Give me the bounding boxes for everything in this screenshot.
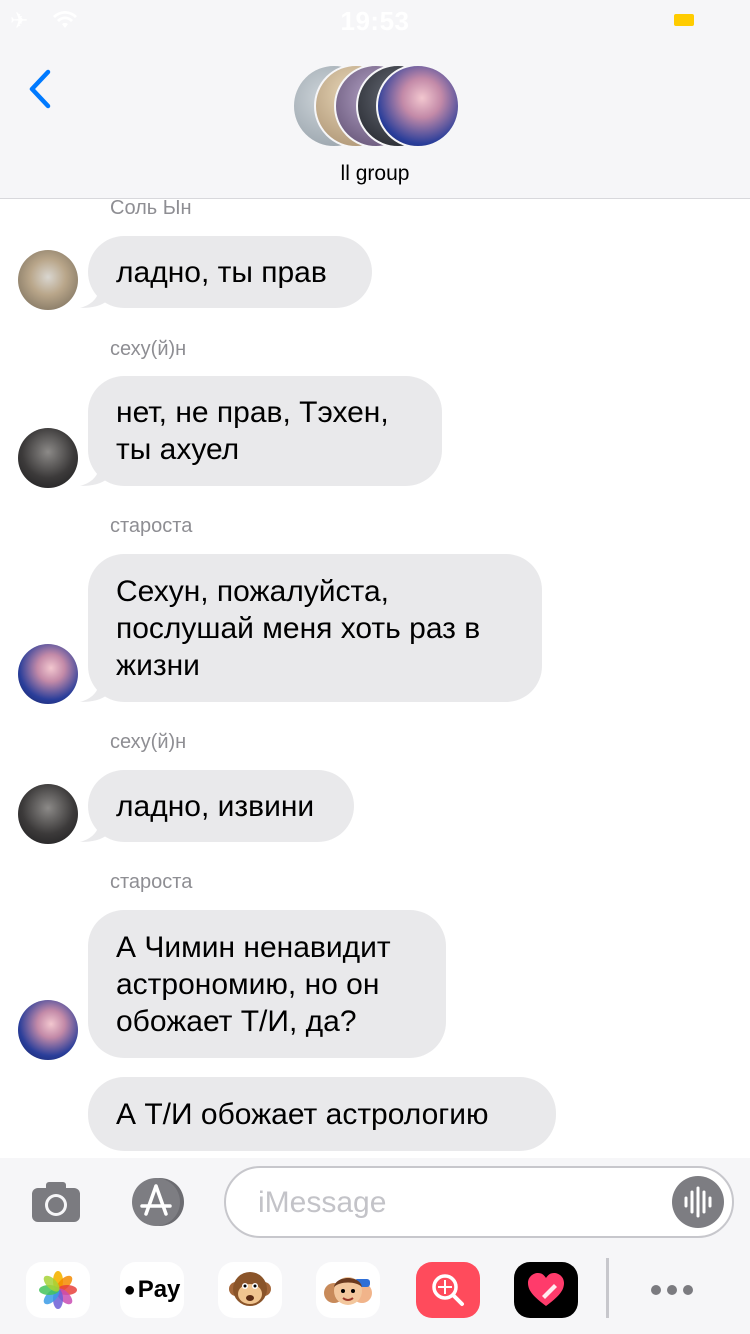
apple-pay-app-button[interactable]: ● Pay bbox=[120, 1262, 184, 1318]
waveform-icon bbox=[684, 1186, 712, 1218]
sender-name: Соль Ын bbox=[110, 197, 192, 219]
message-text: ладно, ты прав bbox=[116, 255, 327, 289]
message-input-field[interactable] bbox=[224, 1166, 734, 1238]
more-icon bbox=[651, 1285, 661, 1295]
voice-message-button[interactable] bbox=[672, 1176, 724, 1228]
app-drawer: ● Pay bbox=[0, 1250, 750, 1334]
message-bubble[interactable]: нет, не прав, Тэхен, ты ахуел bbox=[80, 376, 442, 486]
message-text: ладно, извини bbox=[116, 789, 315, 823]
message-text: Сехун, пожалуйста, послушай меня хоть ра… bbox=[116, 574, 481, 682]
memoji-app-button[interactable] bbox=[316, 1262, 380, 1318]
photos-icon bbox=[39, 1271, 77, 1309]
digital-touch-icon bbox=[528, 1273, 564, 1306]
message-input[interactable] bbox=[256, 1182, 660, 1224]
camera-icon bbox=[32, 1182, 80, 1222]
group-member-avatar bbox=[376, 64, 460, 148]
apple-logo-icon: ● bbox=[123, 1278, 136, 1301]
apple-pay-label: Pay bbox=[137, 1276, 181, 1303]
chevron-left-icon bbox=[29, 69, 51, 109]
more-icon bbox=[683, 1285, 693, 1295]
avatar[interactable] bbox=[18, 250, 78, 310]
sender-name: староста bbox=[110, 515, 193, 537]
avatar[interactable] bbox=[18, 784, 78, 844]
status-bar: ✈ 19:53 bbox=[0, 0, 750, 40]
drawer-divider bbox=[606, 1258, 609, 1318]
compose-bar bbox=[0, 1158, 750, 1250]
camera-button[interactable] bbox=[30, 1176, 82, 1228]
message-bubble[interactable]: А Т/И обожает астрологию bbox=[88, 1077, 556, 1151]
animoji-monkey-icon bbox=[229, 1272, 271, 1306]
app-store-button[interactable] bbox=[126, 1176, 188, 1228]
battery-icon bbox=[674, 14, 694, 26]
bubble-tail bbox=[80, 460, 108, 486]
digital-touch-app-button[interactable] bbox=[514, 1262, 578, 1318]
message-bubble[interactable]: ладно, ты прав bbox=[80, 236, 372, 308]
avatar[interactable] bbox=[18, 644, 78, 704]
message-bubble[interactable]: А Чимин ненавидит астрономию, но он обож… bbox=[88, 910, 446, 1058]
more-icon bbox=[667, 1285, 677, 1295]
more-apps-button[interactable] bbox=[640, 1276, 704, 1304]
photos-app-button[interactable] bbox=[26, 1262, 90, 1318]
bubble-tail bbox=[80, 816, 108, 842]
avatar[interactable] bbox=[18, 1000, 78, 1060]
group-avatar-stack[interactable] bbox=[292, 64, 462, 148]
image-search-app-button[interactable] bbox=[416, 1262, 480, 1318]
group-name[interactable]: ll group bbox=[0, 162, 750, 186]
animoji-app-button[interactable] bbox=[218, 1262, 282, 1318]
sender-name: сеху(й)н bbox=[110, 338, 187, 360]
status-time: 19:53 bbox=[340, 6, 410, 36]
sender-name: сеху(й)н bbox=[110, 731, 187, 753]
message-text: нет, не прав, Тэхен, ты ахуел bbox=[116, 396, 389, 466]
message-bubble[interactable]: ладно, извини bbox=[80, 770, 354, 842]
sender-name: староста bbox=[110, 871, 193, 893]
message-bubble[interactable]: Сехун, пожалуйста, послушай меня хоть ра… bbox=[80, 554, 542, 702]
conversation-header: ✈ 19:53 ll group bbox=[0, 0, 750, 199]
message-text: А Т/И обожает астрологию bbox=[116, 1097, 489, 1131]
app-store-icon bbox=[132, 1178, 184, 1226]
bubble-tail bbox=[80, 676, 108, 702]
avatar[interactable] bbox=[18, 428, 78, 488]
back-button[interactable] bbox=[26, 68, 56, 110]
image-search-icon bbox=[432, 1274, 464, 1306]
message-text: А Чимин ненавидит астрономию, но он обож… bbox=[116, 930, 391, 1038]
memoji-icon bbox=[324, 1277, 372, 1305]
bubble-tail bbox=[80, 282, 108, 308]
